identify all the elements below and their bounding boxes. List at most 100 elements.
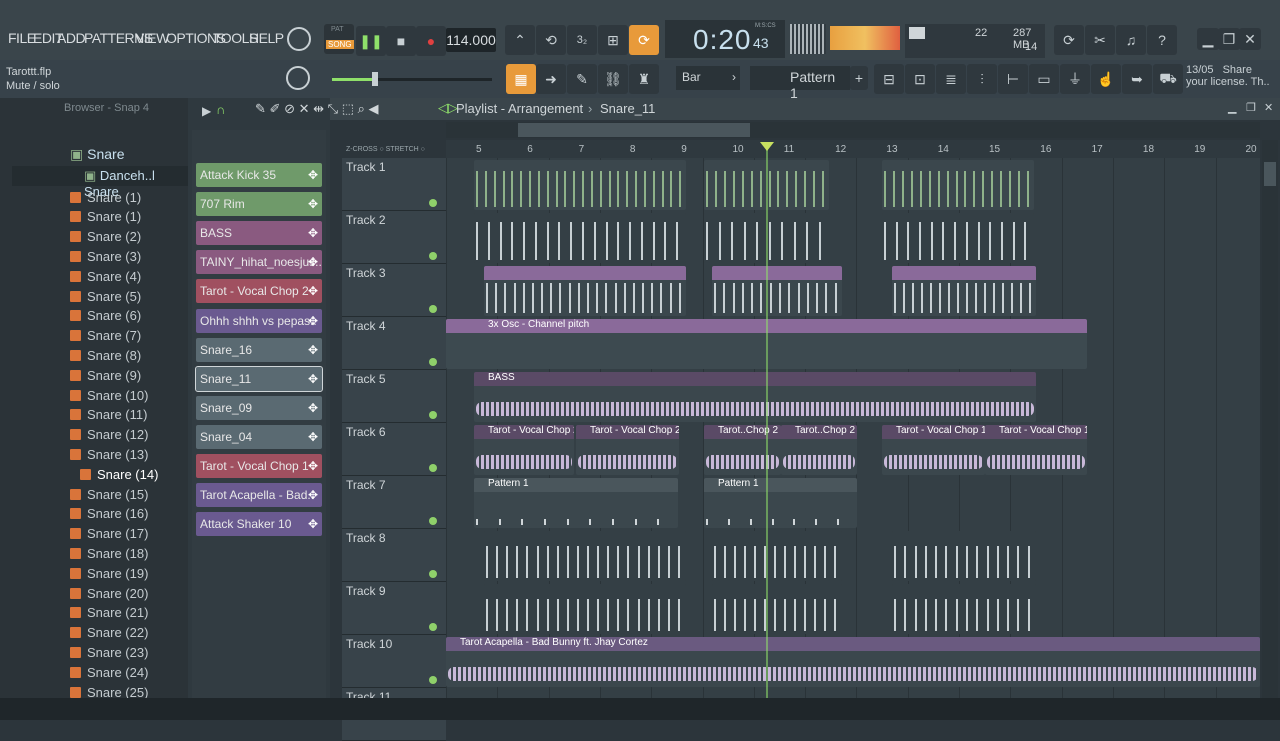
browser-item[interactable]: Snare (6) xyxy=(70,307,141,325)
menu-add[interactable]: ADD xyxy=(57,30,86,46)
vocal-chop-clip[interactable]: Tarot..Chop 2 xyxy=(781,425,857,475)
channel-item[interactable]: Attack Kick 35 ✥ xyxy=(196,163,322,187)
cart-icon[interactable]: ⛟ xyxy=(1153,64,1183,94)
playlist-grid[interactable]: 3x Osc - Channel pitch BASS Tarot - Vocal … xyxy=(446,158,1260,698)
browser-item[interactable]: Snare (19) xyxy=(70,564,148,582)
tempo-display[interactable]: 114.000 xyxy=(446,28,496,52)
track-mute-led[interactable] xyxy=(429,676,437,684)
browser-item[interactable]: Snare (1) xyxy=(70,208,141,226)
move-icon[interactable]: ✥ xyxy=(308,343,318,357)
browser-item[interactable]: Snare (24) xyxy=(70,663,148,681)
play-button[interactable]: ❚❚ xyxy=(356,26,386,56)
browser-item[interactable]: Snare (2) xyxy=(70,228,141,246)
link-icon[interactable]: ⛓ xyxy=(598,64,628,94)
snap-select[interactable]: Bar › xyxy=(676,66,740,90)
arrow-right-icon[interactable]: ➜ xyxy=(536,64,566,94)
loop-record-icon[interactable]: ⟳ xyxy=(629,25,659,55)
snare-clip[interactable] xyxy=(484,531,686,581)
browser-item[interactable]: Snare (16) xyxy=(70,505,148,523)
wait-input-icon[interactable]: ⟲ xyxy=(536,25,566,55)
delete-icon[interactable]: ⊘ xyxy=(284,101,295,116)
track-mute-led[interactable] xyxy=(429,252,437,260)
move-icon[interactable]: ✥ xyxy=(308,226,318,240)
browser-item[interactable]: Snare (17) xyxy=(70,525,148,543)
file-icon[interactable]: ▭ xyxy=(1029,64,1059,94)
xcross-label[interactable]: Z-CROSS ○ STRETCH ○ xyxy=(346,146,425,153)
snare-clip[interactable] xyxy=(712,584,842,634)
pattern-select[interactable]: Pattern 1 xyxy=(750,66,850,101)
browser-item[interactable]: Snare (14) xyxy=(80,465,158,483)
channel-item[interactable]: Snare_11 ✥ xyxy=(195,365,323,392)
magnet-icon[interactable]: ∩ xyxy=(216,102,225,117)
menu-help[interactable]: HELP xyxy=(249,30,284,46)
browser-selected-row[interactable]: ▣ Danceh..l Snare xyxy=(12,166,188,199)
channel-item[interactable]: Ohhh shhh vs pepas.. ✥ xyxy=(196,308,322,333)
browser-tree-icon[interactable]: ⊢ xyxy=(998,64,1028,94)
minimize-icon[interactable]: ▁ xyxy=(1228,101,1236,114)
browser-item[interactable]: Snare (12) xyxy=(70,426,148,444)
browser-item[interactable]: Snare (18) xyxy=(70,544,148,562)
blend-notes-icon[interactable]: ⊞ xyxy=(598,25,628,55)
mixer-icon[interactable]: ⊟ xyxy=(874,64,904,94)
track-mute-led[interactable] xyxy=(429,464,437,472)
vscroll-thumb[interactable] xyxy=(1264,162,1276,186)
stamp-icon[interactable]: ♜ xyxy=(629,64,659,94)
plugin-icon[interactable]: ⏚ xyxy=(1060,64,1090,94)
move-icon[interactable]: ✥ xyxy=(308,430,318,444)
channel-item[interactable]: Tarot Acapella - Bad.. ✥ xyxy=(196,483,322,508)
main-pitch-slider[interactable] xyxy=(332,72,492,86)
move-icon[interactable]: ✥ xyxy=(308,459,318,473)
browser-item[interactable]: Snare (3) xyxy=(70,247,141,265)
browser-item[interactable]: Snare (22) xyxy=(70,624,148,642)
vocal-chop-clip[interactable]: Tarot - Vocal Chop 1 xyxy=(985,425,1087,475)
channel-item[interactable]: TAINY_hihat_noesjus.. ✥ xyxy=(196,250,322,275)
move-icon[interactable]: ✥ xyxy=(308,488,318,502)
move-icon[interactable]: ✥ xyxy=(308,284,318,298)
zoom-icon[interactable]: ⌕ xyxy=(358,101,365,116)
snare-clip[interactable] xyxy=(484,584,686,634)
browser-item[interactable]: Snare (21) xyxy=(70,604,148,622)
kick-clip[interactable] xyxy=(474,160,686,210)
vertical-scrollbar[interactable] xyxy=(1262,140,1278,698)
channel-item[interactable]: Attack Shaker 10 ✥ xyxy=(196,512,322,537)
master-pitch-knob[interactable] xyxy=(286,66,310,90)
move-icon[interactable]: ✥ xyxy=(308,401,318,415)
browser-item[interactable]: Snare (10) xyxy=(70,386,148,404)
license-news[interactable]: 13/05 Share your license. Th.. xyxy=(1186,64,1278,94)
move-icon[interactable]: ✥ xyxy=(308,314,318,328)
move-icon[interactable]: ✥ xyxy=(308,168,318,182)
channel-item[interactable]: Snare_04 ✥ xyxy=(196,424,322,449)
browser-item[interactable]: Snare (7) xyxy=(70,327,141,345)
pattern-clip[interactable]: Pattern 1 xyxy=(474,478,678,528)
record-button[interactable]: ● xyxy=(416,26,446,56)
scrollbar-thumb[interactable] xyxy=(518,123,750,137)
track-mute-led[interactable] xyxy=(429,517,437,525)
channel-item[interactable]: Tarot - Vocal Chop 2 ✥ xyxy=(196,279,322,304)
mute-icon[interactable]: ✕ xyxy=(299,101,310,116)
acapella-clip[interactable]: Tarot Acapella - Bad Bunny ft. Jhay Cort… xyxy=(446,637,1260,687)
browser-item[interactable]: Snare (8) xyxy=(70,346,141,364)
menu-view[interactable]: VIEW xyxy=(135,30,169,46)
playhead[interactable] xyxy=(766,144,768,698)
browser-item[interactable]: Snare (1) xyxy=(70,188,141,206)
restore-icon[interactable]: ❐ xyxy=(1218,28,1240,50)
overview-scrollbar[interactable] xyxy=(446,122,1260,138)
clip[interactable] xyxy=(484,266,686,316)
select-icon[interactable]: ⬚ xyxy=(342,101,354,116)
clip[interactable] xyxy=(712,266,842,316)
channel-item[interactable]: 707 Rim ✥ xyxy=(196,192,322,217)
play-icon[interactable]: ▶ xyxy=(202,104,211,118)
help-icon[interactable]: ? xyxy=(1147,25,1177,55)
snare-clip[interactable] xyxy=(892,584,1036,634)
rim-clip[interactable] xyxy=(474,213,686,263)
browser-item[interactable]: Snare (11) xyxy=(70,406,147,424)
rim-clip[interactable] xyxy=(882,213,1034,263)
tools-icon[interactable]: ✂ xyxy=(1085,25,1115,55)
pattern-clip[interactable]: Pattern 1 xyxy=(704,478,857,528)
add-pattern-button[interactable]: + xyxy=(850,66,868,90)
bass-clip[interactable]: BASS xyxy=(474,372,1036,422)
track-mute-led[interactable] xyxy=(429,411,437,419)
move-icon[interactable]: ✥ xyxy=(308,517,318,531)
channel-rack-icon[interactable]: ≣ xyxy=(936,64,966,94)
move-icon[interactable]: ✥ xyxy=(308,372,318,386)
